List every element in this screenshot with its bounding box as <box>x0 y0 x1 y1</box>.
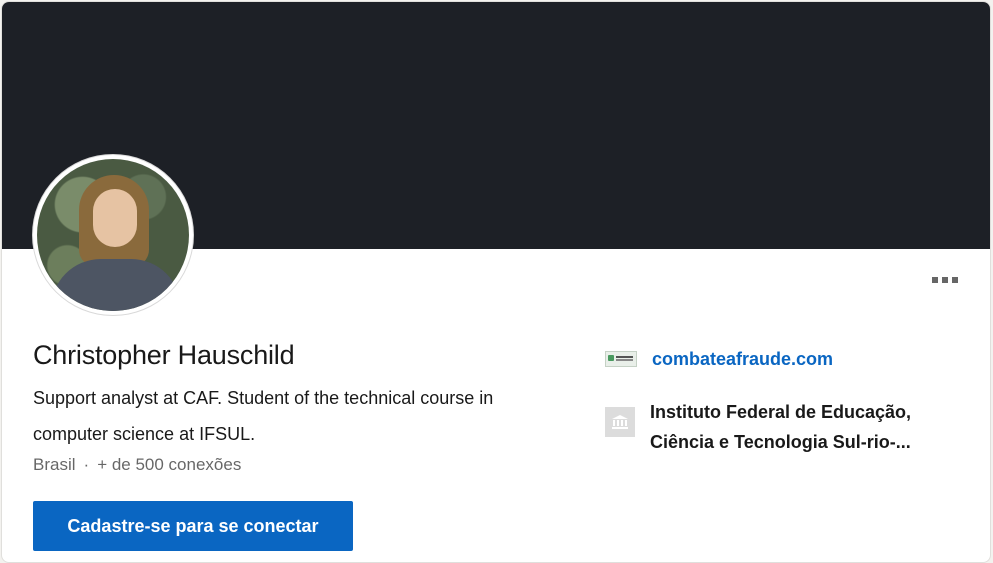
avatar-face <box>93 189 137 247</box>
profile-avatar[interactable] <box>33 155 193 315</box>
profile-headline: Support analyst at CAF. Student of the t… <box>33 388 494 444</box>
more-actions-button[interactable] <box>929 268 961 292</box>
profile-name: Christopher Hauschild <box>33 340 295 370</box>
profile-meta: Brasil · + de 500 conexões <box>33 455 241 475</box>
profile-card: Christopher Hauschild Support analyst at… <box>1 1 991 563</box>
avatar-photo <box>37 159 189 311</box>
more-horizontal-icon <box>932 277 958 283</box>
profile-connections: + de 500 conexões <box>97 455 242 474</box>
website-link[interactable]: combateafraude.com <box>652 347 833 371</box>
sidebar-website[interactable]: combateafraude.com <box>605 347 833 371</box>
company-logo <box>605 351 637 367</box>
connect-button[interactable]: Cadastre-se para se conectar <box>33 501 353 551</box>
meta-separator: · <box>83 455 90 474</box>
avatar-shirt <box>51 259 181 311</box>
sidebar-school[interactable]: Instituto Federal de Educação, Ciência e… <box>605 397 950 457</box>
school-name[interactable]: Instituto Federal de Educação, Ciência e… <box>650 397 950 457</box>
profile-location: Brasil <box>33 455 76 474</box>
school-name-line2: Ciência e Tecnologia Sul-rio-... <box>650 432 911 452</box>
school-building-icon <box>605 407 635 437</box>
school-name-line1: Instituto Federal de Educação, <box>650 402 912 422</box>
